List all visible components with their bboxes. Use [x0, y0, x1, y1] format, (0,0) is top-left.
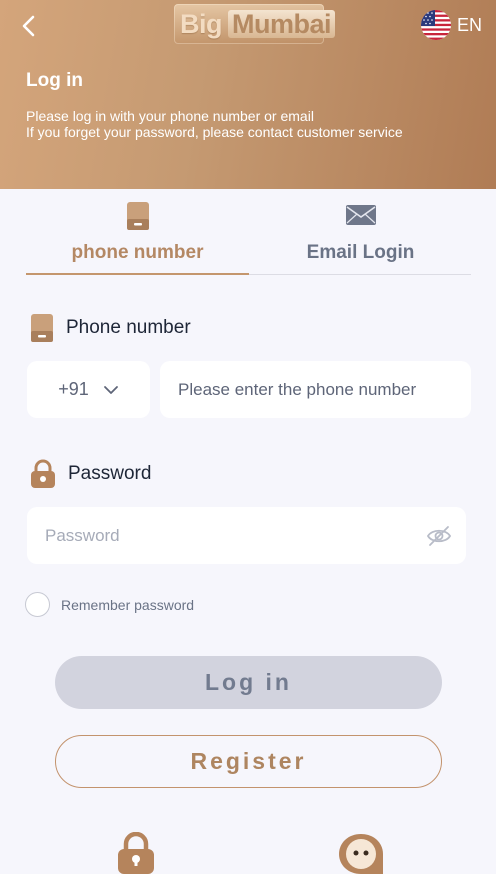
- phone-icon: [31, 314, 53, 342]
- logo-mumbai-text: Mumbai: [228, 10, 336, 38]
- logo-big-text: Big: [180, 8, 223, 39]
- remember-password-checkbox[interactable]: [25, 592, 50, 617]
- tab-email-label: Email Login: [306, 242, 415, 263]
- login-button[interactable]: Log in: [55, 656, 442, 709]
- phone-number-label-text: Phone number: [66, 317, 191, 338]
- chevron-left-icon: [22, 15, 35, 37]
- country-code-select[interactable]: +91: [27, 361, 150, 418]
- phone-number-label: Phone number: [30, 313, 191, 343]
- password-label-text: Password: [68, 463, 152, 484]
- chevron-down-icon: [103, 385, 118, 394]
- mail-icon: [345, 205, 376, 225]
- app-logo: Big Mumbai: [174, 4, 336, 44]
- us-flag-icon: [420, 10, 451, 40]
- page-subtitle-line-2: If you forget your password, please cont…: [26, 124, 403, 140]
- password-field: [27, 507, 466, 564]
- language-label: EN: [456, 14, 482, 35]
- page-title: Log in: [26, 70, 83, 91]
- customer-service-chat-icon[interactable]: [336, 832, 386, 874]
- lock-icon: [31, 459, 55, 488]
- country-code-value: +91: [58, 379, 89, 399]
- tab-email-login[interactable]: Email Login: [249, 197, 472, 275]
- forgot-password-lock-icon[interactable]: [116, 832, 156, 874]
- phone-icon: [126, 202, 149, 230]
- remember-password[interactable]: Remember password: [25, 592, 194, 617]
- page-subtitle-line-1: Please log in with your phone number or …: [26, 108, 314, 124]
- tab-phone-label: phone number: [71, 242, 204, 263]
- password-label: Password: [30, 459, 151, 489]
- remember-password-label: Remember password: [61, 596, 195, 613]
- header: Big Mumbai EN Log in Please log in with …: [0, 0, 496, 189]
- password-input[interactable]: [27, 507, 417, 564]
- login-method-tabs: phone number Email Login: [26, 197, 471, 275]
- register-button[interactable]: Register: [55, 735, 442, 788]
- language-selector[interactable]: EN: [420, 10, 482, 40]
- tab-phone-number[interactable]: phone number: [26, 197, 249, 275]
- phone-number-input[interactable]: [160, 361, 471, 418]
- back-button[interactable]: [16, 12, 40, 40]
- eye-off-icon[interactable]: [426, 524, 452, 548]
